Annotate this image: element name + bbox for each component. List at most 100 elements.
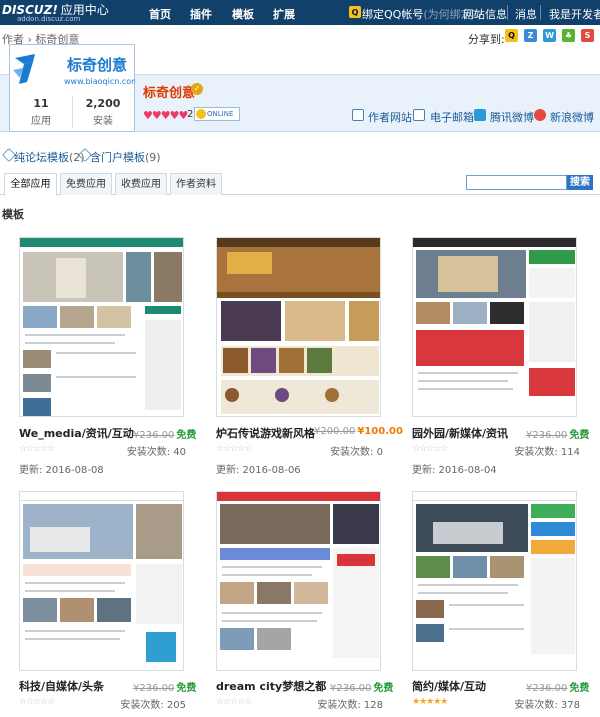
search-button[interactable]: 搜索: [567, 175, 593, 190]
star-rating: ☆☆☆☆☆: [412, 444, 448, 454]
template-price: ¥236.00 免费: [133, 679, 196, 694]
portal-templates-link[interactable]: 含门户模板(9): [90, 149, 161, 165]
developer-name: 标奇创意: [143, 86, 196, 101]
sina-weibo-icon[interactable]: S: [581, 29, 594, 42]
star-rating: ★★★★★: [412, 697, 448, 707]
portal-templates-label: 含门户模板: [90, 151, 145, 164]
install-label: 安装次数:: [514, 447, 558, 458]
nav-plugins[interactable]: 插件: [190, 6, 212, 22]
original-price: ¥236.00: [526, 430, 568, 441]
updated-date: 更新: 2016-08-08: [19, 465, 104, 476]
template-thumbnail[interactable]: [19, 237, 184, 417]
original-price: ¥236.00: [526, 683, 568, 694]
install-count: 安装次数: 0: [293, 443, 383, 458]
tab-paid-apps[interactable]: 收费应用: [115, 173, 167, 195]
install-count: 安装次数: 205: [96, 696, 186, 711]
template-price: ¥236.00 免费: [330, 679, 393, 694]
tab-author-profile[interactable]: 作者资料: [170, 173, 222, 195]
share-label: 分享到:: [468, 33, 505, 46]
current-price: 免费: [176, 430, 197, 441]
star-rating: ☆☆☆☆☆: [216, 444, 252, 454]
top-navbar: DISCUZ! 应用中心 addon.discuz.com 首页 插件 模板 扩展…: [0, 0, 600, 25]
original-price: ¥236.00: [330, 683, 372, 694]
install-count: 安装次数: 40: [96, 443, 186, 458]
logo-sub: addon.discuz.com: [17, 15, 81, 23]
logo-text: 标奇创意: [66, 56, 127, 74]
tab-all-apps[interactable]: 全部应用: [4, 173, 57, 196]
site-info-link[interactable]: 网站信息: [463, 6, 507, 22]
forum-templates-link[interactable]: 纯论坛模板(2): [14, 149, 85, 165]
install-count: 安装次数: 114: [490, 443, 580, 458]
current-price: 免费: [569, 430, 590, 441]
email-link[interactable]: 电子邮箱: [430, 109, 474, 125]
tencent-weibo-icon[interactable]: W: [543, 29, 556, 42]
template-thumbnail[interactable]: [412, 491, 577, 671]
template-thumbnail[interactable]: [412, 237, 577, 417]
developer-logo[interactable]: 标奇创意 www.biaoqicn.com: [9, 48, 139, 94]
qq-icon: Q: [349, 6, 361, 18]
tab-free-apps[interactable]: 免费应用: [60, 173, 112, 195]
template-name[interactable]: We_media/资讯/互动: [19, 425, 134, 441]
original-price: ¥236.00: [133, 430, 175, 441]
template-price: ¥236.00 免费: [526, 679, 589, 694]
star-rating: ☆☆☆☆☆: [216, 697, 252, 707]
install-value: 128: [363, 700, 383, 711]
pengyou-icon[interactable]: ♣: [562, 29, 575, 42]
install-value: 0: [376, 447, 383, 458]
nav-extensions[interactable]: 扩展: [273, 6, 295, 22]
logo-url: www.biaoqicn.com: [64, 77, 135, 86]
install-value: 378: [560, 700, 580, 711]
install-label: 安装次数:: [330, 447, 374, 458]
top-divider: [540, 5, 541, 20]
tencent-weibo-link[interactable]: 腾讯微博: [490, 109, 534, 125]
current-price: 免费: [569, 683, 590, 694]
email-icon: [413, 109, 425, 121]
messages-link[interactable]: 消息: [515, 6, 537, 22]
install-count: 安装次数: 128: [293, 696, 383, 711]
updated-date: 更新: 2016-08-04: [412, 465, 497, 476]
developer-link[interactable]: 我是开发者: [549, 6, 600, 22]
qq-icon[interactable]: Q: [505, 29, 518, 42]
sina-weibo-link[interactable]: 新浪微博: [550, 109, 594, 125]
template-price: ¥236.00 免费: [526, 426, 589, 441]
install-label: 安装次数:: [317, 700, 361, 711]
apps-stat: 11 应用: [11, 97, 71, 127]
template-name[interactable]: 园外园/新媒体/资讯: [412, 425, 508, 441]
rating-count: 2: [187, 109, 194, 120]
installs-label: 安装: [93, 116, 113, 127]
current-price: 免费: [176, 683, 197, 694]
current-price: 免费: [373, 683, 394, 694]
template-name[interactable]: 炉石传说游戏新风格: [216, 425, 315, 441]
qq-penguin-icon: [196, 109, 206, 119]
forum-templates-label: 纯论坛模板: [14, 151, 69, 164]
verified-badge-icon: ✓: [191, 83, 203, 95]
install-label: 安装次数:: [120, 700, 164, 711]
portal-templates-count: (9): [145, 151, 161, 164]
template-name[interactable]: 科技/自媒体/头条: [19, 678, 104, 694]
install-value: 40: [173, 447, 186, 458]
section-title: 模板: [2, 208, 24, 221]
author-website-link[interactable]: 作者网站: [368, 109, 412, 125]
top-divider: [507, 5, 508, 20]
install-count: 安装次数: 378: [490, 696, 580, 711]
qq-online-button[interactable]: ONLINE: [194, 107, 240, 121]
template-name[interactable]: 简约/媒体/互动: [412, 678, 486, 694]
template-thumbnail[interactable]: [19, 491, 184, 671]
discuz-logo[interactable]: DISCUZ! 应用中心 addon.discuz.com: [2, 1, 130, 24]
template-thumbnail[interactable]: [216, 237, 381, 417]
nav-home[interactable]: 首页: [149, 6, 171, 22]
qzone-icon[interactable]: Z: [524, 29, 537, 42]
qq-status: ONLINE: [207, 110, 234, 118]
apps-count: 11: [33, 97, 49, 110]
install-label: 安装次数:: [514, 700, 558, 711]
install-value: 205: [166, 700, 186, 711]
search-input[interactable]: [466, 175, 567, 190]
updated-date: 更新: 2016-08-06: [216, 465, 301, 476]
nav-templates[interactable]: 模板: [232, 6, 254, 22]
template-thumbnail[interactable]: [216, 491, 381, 671]
sina-weibo-icon: [534, 109, 546, 121]
rating-hearts: ♥♥♥♥♥: [143, 109, 188, 122]
template-price: ¥200.00 ¥100.00: [314, 426, 403, 437]
original-price: ¥200.00: [314, 426, 356, 437]
template-name[interactable]: dream city梦想之都: [216, 678, 326, 694]
